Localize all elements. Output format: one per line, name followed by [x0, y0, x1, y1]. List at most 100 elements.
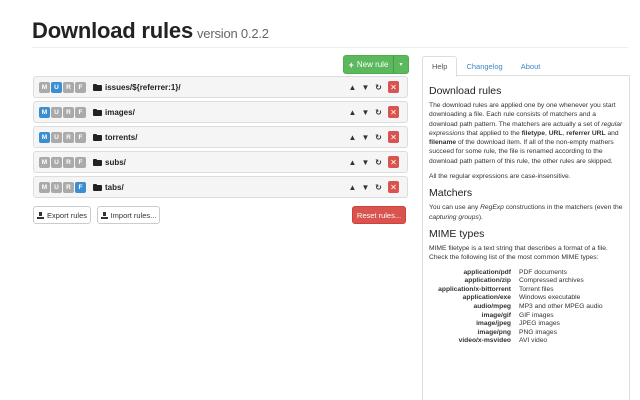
tab-about[interactable]: About	[512, 56, 550, 76]
move-down-icon[interactable]: ▼	[361, 183, 370, 192]
help-tabs: Help Changelog About	[422, 56, 630, 77]
import-rules-button[interactable]: Import rules...	[97, 206, 160, 224]
delete-rule-button[interactable]: ✕	[388, 156, 399, 168]
mime-types-list: application/pdf PDF documents application/…	[429, 269, 623, 346]
edit-icon[interactable]: ↻	[374, 183, 383, 192]
mime-desc: GIF images	[519, 311, 554, 319]
matcher-badge[interactable]: R	[63, 181, 74, 193]
tab-help[interactable]: Help	[422, 56, 458, 77]
matcher-badge[interactable]: M	[39, 106, 50, 118]
mime-title: MIME types	[429, 227, 485, 240]
move-up-icon[interactable]: ▲	[348, 83, 357, 92]
delete-rule-button[interactable]: ✕	[388, 131, 399, 143]
move-down-icon[interactable]: ▼	[361, 158, 370, 167]
import-rules-label: Import rules...	[110, 210, 157, 220]
move-down-icon[interactable]: ▼	[361, 83, 370, 92]
export-rules-button[interactable]: Export rules	[33, 206, 91, 224]
new-rule-button[interactable]: + New rule ▾	[343, 55, 409, 74]
mime-type: image/jpeg	[476, 320, 511, 328]
case-note: All the regular expressions are case-ins…	[429, 173, 571, 181]
rule-row: M U R Fsubs/ ▲ ▼ ↻ ✕	[33, 151, 408, 173]
rule-path[interactable]: tabs/	[93, 183, 124, 192]
plus-icon: +	[348, 59, 354, 70]
mime-desc: Windows executable	[519, 294, 581, 302]
mime-row: image/png PNG images	[429, 329, 623, 338]
matcher-badge[interactable]: M	[39, 131, 50, 143]
new-rule-dropdown-toggle[interactable]: ▾	[394, 61, 408, 68]
rule-path[interactable]: issues/${referrer:1}/	[93, 83, 181, 92]
rule-controls: ▲ ▼ ↻ ✕	[348, 181, 399, 193]
rule-path[interactable]: images/	[93, 108, 135, 117]
delete-rule-button[interactable]: ✕	[388, 106, 399, 118]
mime-row: application/pdf PDF documents	[429, 269, 623, 278]
mime-type: image/gif	[481, 311, 511, 319]
matcher-badge[interactable]: F	[75, 81, 86, 93]
move-up-icon[interactable]: ▲	[348, 133, 357, 142]
matcher-badge[interactable]: U	[51, 156, 62, 168]
rule-controls: ▲ ▼ ↻ ✕	[348, 156, 399, 168]
delete-rule-button[interactable]: ✕	[388, 181, 399, 193]
rule-path[interactable]: subs/	[93, 158, 126, 167]
mime-row: application/exe Windows executable	[429, 294, 623, 303]
matcher-badge[interactable]: R	[63, 156, 74, 168]
new-rule-main[interactable]: + New rule	[344, 56, 394, 73]
reset-rules-button[interactable]: Reset rules...	[352, 206, 406, 224]
folder-icon	[93, 183, 102, 191]
move-up-icon[interactable]: ▲	[348, 183, 357, 192]
folder-icon	[93, 108, 102, 116]
mime-desc: PNG images	[519, 328, 557, 336]
tab-changelog[interactable]: Changelog	[457, 56, 511, 76]
move-up-icon[interactable]: ▲	[348, 108, 357, 117]
help-title: Download rules	[429, 85, 502, 97]
mime-intro: MIME filetype is a text string that desc…	[429, 244, 608, 262]
matcher-badge[interactable]: M	[39, 156, 50, 168]
mime-type: image/png	[477, 328, 511, 336]
version-label: version 0.2.2	[197, 26, 269, 41]
edit-icon[interactable]: ↻	[374, 83, 383, 92]
mime-desc: Compressed archives	[519, 277, 584, 285]
matcher-badge[interactable]: M	[39, 181, 50, 193]
matchers-text: You can use any RegExp constructions in …	[429, 204, 623, 221]
mime-type: video/x-msvideo	[458, 337, 511, 345]
matcher-badge[interactable]: U	[51, 131, 62, 143]
mime-row: image/gif GIF images	[429, 312, 623, 321]
edit-icon[interactable]: ↻	[374, 108, 383, 117]
mime-type: audio/mpeg	[473, 302, 511, 310]
matcher-badge[interactable]: M	[39, 81, 50, 93]
mime-type: application/pdf	[463, 268, 511, 276]
move-up-icon[interactable]: ▲	[348, 158, 357, 167]
edit-icon[interactable]: ↻	[374, 133, 383, 142]
rule-controls: ▲ ▼ ↻ ✕	[348, 81, 399, 93]
rule-controls: ▲ ▼ ↻ ✕	[348, 131, 399, 143]
page-title: Download rules version 0.2.2	[32, 18, 269, 43]
matcher-badge[interactable]: F	[75, 106, 86, 118]
matcher-badge[interactable]: U	[51, 106, 62, 118]
mime-desc: JPEG images	[519, 320, 560, 328]
rule-path[interactable]: torrents/	[93, 133, 137, 142]
edit-icon[interactable]: ↻	[374, 158, 383, 167]
matcher-badge[interactable]: U	[51, 181, 62, 193]
mime-type: application/exe	[462, 294, 511, 302]
rules-list: M U R Fissues/${referrer:1}/ ▲ ▼ ↻ ✕ M U R Fim…	[33, 76, 408, 201]
download-icon	[36, 211, 44, 219]
upload-icon	[100, 211, 108, 219]
folder-icon	[93, 83, 102, 91]
matcher-badge[interactable]: R	[63, 131, 74, 143]
matcher-badge[interactable]: R	[63, 81, 74, 93]
move-down-icon[interactable]: ▼	[361, 108, 370, 117]
caret-down-icon: ▾	[399, 62, 403, 68]
mime-row: application/zip Compressed archives	[429, 277, 623, 286]
matcher-badge[interactable]: F	[75, 156, 86, 168]
folder-icon	[93, 158, 102, 166]
matcher-badge[interactable]: U	[51, 81, 62, 93]
help-panel: Download rules The download rules are ap…	[422, 76, 630, 400]
matcher-badge[interactable]: F	[75, 131, 86, 143]
delete-rule-button[interactable]: ✕	[388, 81, 399, 93]
move-down-icon[interactable]: ▼	[361, 133, 370, 142]
matchers-title: Matchers	[429, 187, 473, 200]
rule-row: M U R Ftorrents/ ▲ ▼ ↻ ✕	[33, 126, 408, 148]
export-rules-label: Export rules	[46, 210, 88, 220]
matcher-badge[interactable]: R	[63, 106, 74, 118]
matcher-badge[interactable]: F	[75, 181, 86, 193]
mime-desc: Torrent files	[519, 285, 554, 293]
